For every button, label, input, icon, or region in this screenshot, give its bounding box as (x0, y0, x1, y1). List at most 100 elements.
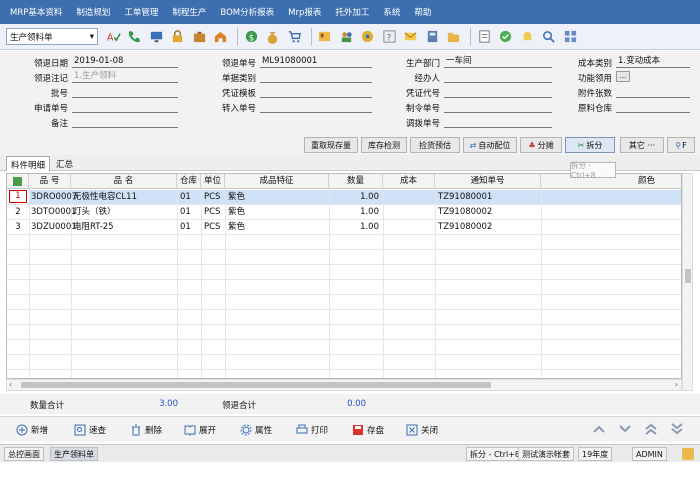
apportion-button[interactable]: ♣ 分摊 (520, 137, 562, 153)
col-warehouse[interactable]: 仓库 (177, 174, 201, 189)
menu-basic-data[interactable]: MRP基本资料 (10, 6, 62, 18)
home-icon[interactable] (212, 28, 230, 46)
scroll-thumb[interactable] (21, 382, 491, 388)
row-notice-no[interactable]: TZ91080002 (438, 220, 492, 234)
users-icon[interactable] (337, 28, 355, 46)
voucher-template-field[interactable] (260, 86, 372, 98)
row-warehouse[interactable]: 01 (180, 205, 191, 219)
row-warehouse[interactable]: 01 (180, 220, 191, 234)
monitor-icon[interactable] (147, 28, 165, 46)
remark-field[interactable] (72, 116, 178, 128)
properties-button[interactable]: 属性 (240, 422, 272, 438)
col-name[interactable]: 品 名 (71, 174, 177, 189)
process-picker-button[interactable]: ... (616, 71, 630, 82)
cart-icon[interactable] (285, 28, 303, 46)
document-icon[interactable] (475, 28, 493, 46)
receive-no-field[interactable]: ML91080001 (260, 56, 372, 68)
auto-allocate-button[interactable]: ⇄ 自动配位 (463, 137, 517, 153)
id-card-icon[interactable] (316, 28, 334, 46)
scroll-right-icon[interactable]: › (675, 380, 678, 389)
menu-mrp-report[interactable]: Mrp报表 (288, 6, 321, 18)
alloc-no-field[interactable] (444, 116, 552, 128)
spell-check-icon[interactable]: A (104, 28, 122, 46)
print-button[interactable]: 打印 (296, 422, 328, 438)
close-button[interactable]: 关闭 (406, 422, 438, 438)
lock-icon[interactable] (169, 28, 187, 46)
row-name[interactable]: 电阻RT-25 (73, 220, 114, 234)
puzzle-icon[interactable] (359, 28, 377, 46)
tab-summary[interactable]: 汇总 (52, 156, 77, 171)
batch-field[interactable] (72, 86, 178, 98)
save-button[interactable]: 存盘 (352, 422, 384, 438)
move-top-icon[interactable] (644, 423, 658, 435)
dept-field[interactable]: 一车间 (444, 56, 552, 68)
row-unit[interactable]: PCS (204, 220, 220, 234)
row-code[interactable]: 3DTO0001 (31, 205, 76, 219)
doc-category-field[interactable] (260, 71, 372, 83)
row-warehouse[interactable]: 01 (180, 190, 191, 204)
quick-find-button[interactable]: 速查 (74, 422, 106, 438)
order-no-field[interactable] (444, 101, 552, 113)
dollar-icon[interactable]: $ (242, 28, 260, 46)
briefcase-icon[interactable] (190, 28, 208, 46)
phone-icon[interactable] (126, 28, 144, 46)
move-down-icon[interactable] (618, 423, 632, 435)
row-qty[interactable]: 1.00 (329, 220, 379, 234)
other-button[interactable]: 其它 ··· (620, 137, 664, 153)
vertical-scrollbar[interactable] (682, 173, 693, 391)
col-qty[interactable]: 数量 (329, 174, 383, 189)
row-code[interactable]: 3DZU0001 (31, 220, 77, 234)
row-name[interactable]: 灯头（铁） (73, 205, 116, 219)
handler-field[interactable] (444, 71, 552, 83)
row-unit[interactable]: PCS (204, 205, 220, 219)
col-feature[interactable]: 成品特征 (225, 174, 329, 189)
row-notice-no[interactable]: TZ91080001 (438, 190, 492, 204)
voucher-code-field[interactable] (444, 86, 552, 98)
col-code[interactable]: 品 号 (29, 174, 71, 189)
delete-button[interactable]: 删除 (130, 422, 162, 438)
menu-work-order[interactable]: 工单管理 (124, 6, 158, 18)
menu-planning[interactable]: 制造规划 (76, 6, 110, 18)
col-notice-no[interactable]: 通知单号 (435, 174, 541, 189)
doc-type-select[interactable]: 生产领料单 ▾ (6, 28, 98, 45)
row-notice-no[interactable]: TZ91080002 (438, 205, 492, 219)
status-tab-current[interactable]: 生产领料单 (50, 447, 98, 461)
notification-icon[interactable] (682, 448, 694, 460)
row-qty[interactable]: 1.00 (329, 190, 379, 204)
find-button[interactable]: ⚲ F (667, 137, 695, 153)
pick-estimate-button[interactable]: 捡货预估 (410, 137, 460, 153)
help-icon[interactable]: ? (380, 28, 398, 46)
check-circle-icon[interactable] (497, 28, 515, 46)
row-number[interactable]: 1 (9, 190, 27, 203)
attach-field[interactable] (616, 86, 690, 98)
bell-icon[interactable] (518, 28, 536, 46)
grid-icon[interactable] (561, 28, 579, 46)
row-number[interactable]: 3 (9, 220, 27, 234)
folder-icon[interactable] (445, 28, 463, 46)
cost-type-field[interactable]: 1.变动成本 (616, 56, 690, 68)
row-unit[interactable]: PCS (204, 190, 220, 204)
money-bag-icon[interactable] (264, 28, 282, 46)
menu-bom-report[interactable]: BOM分析报表 (220, 6, 274, 18)
row-code[interactable]: 3DRO0007 (31, 190, 77, 204)
col-unit[interactable]: 单位 (201, 174, 225, 189)
apply-no-field[interactable] (72, 101, 178, 113)
tab-item-detail[interactable]: 料件明细 (6, 156, 51, 171)
select-all-icon[interactable] (7, 174, 29, 189)
scroll-thumb[interactable] (685, 269, 691, 283)
warehouse-field[interactable] (616, 101, 690, 113)
row-feature[interactable]: 紫色 (228, 220, 245, 234)
menu-system[interactable]: 系统 (383, 6, 400, 18)
horizontal-scrollbar[interactable]: ‹ › (6, 379, 682, 391)
expand-button[interactable]: 展开 (184, 422, 216, 438)
menu-help[interactable]: 帮助 (414, 6, 431, 18)
move-up-icon[interactable] (592, 423, 606, 435)
row-feature[interactable]: 紫色 (228, 205, 245, 219)
transfer-no-field[interactable] (260, 101, 372, 113)
split-button[interactable]: ✂ 拆分 (565, 137, 615, 153)
receive-date-field[interactable]: 2019-01-08 (72, 56, 178, 68)
col-cost[interactable]: 成本 (383, 174, 435, 189)
status-tab-dashboard[interactable]: 总控画面 (4, 447, 44, 461)
add-button[interactable]: 新增 (16, 422, 48, 438)
row-name[interactable]: 无极性电容CL11 (73, 190, 137, 204)
